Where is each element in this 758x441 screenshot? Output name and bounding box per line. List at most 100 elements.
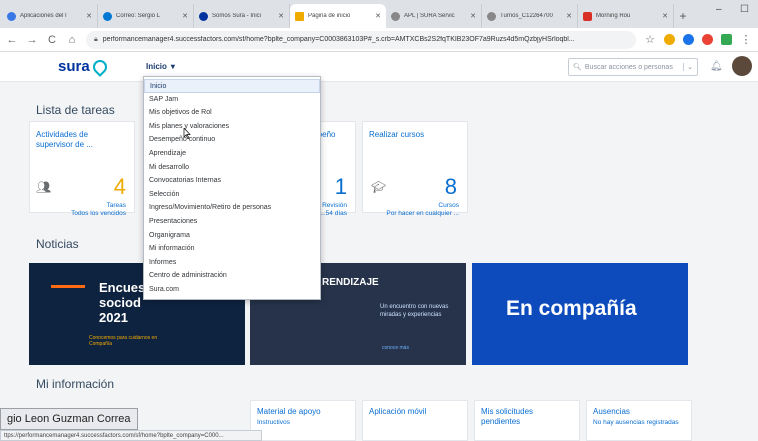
- browser-tab-aplicaciones[interactable]: Aplicaciones del I ✕: [2, 4, 98, 28]
- task-card-count: 8: [444, 174, 457, 199]
- browser-tab-correo[interactable]: Correo: Sergio L ✕: [98, 4, 194, 28]
- extension-icon[interactable]: [702, 34, 713, 45]
- module-menu-button[interactable]: Inicio ▾: [146, 62, 175, 71]
- news-card-en-compania[interactable]: En compañía: [472, 263, 688, 365]
- browser-tab-morning[interactable]: Morning Rou ✕: [578, 4, 674, 28]
- notifications-icon[interactable]: 🔔︎: [710, 61, 723, 72]
- tab-label: Somos Sura - Inici: [212, 13, 262, 19]
- extension-icon[interactable]: [683, 34, 694, 45]
- tab-favicon-icon: [391, 11, 400, 21]
- menu-item-desarrollo[interactable]: Mi desarrollo: [144, 161, 320, 175]
- minimize-icon[interactable]: –: [716, 4, 722, 15]
- menu-item-centro-admin[interactable]: Centro de administración: [144, 269, 320, 283]
- news-headline-line: sociod: [99, 294, 141, 310]
- myinfo-card-title: Ausencias No hay ausencias registradas: [593, 407, 679, 428]
- search-placeholder: Buscar acciones o personas: [584, 63, 673, 71]
- search-input[interactable]: 🔍︎ Buscar acciones o personas ⌄: [568, 58, 698, 76]
- app-header: sura Inicio ▾ 🔍︎ Buscar acciones o perso…: [0, 52, 758, 82]
- myinfo-card-app-movil[interactable]: Aplicación móvil: [362, 400, 468, 441]
- close-icon[interactable]: ✕: [566, 12, 572, 20]
- avatar[interactable]: [732, 56, 752, 76]
- extension-icon[interactable]: [664, 34, 675, 45]
- menu-item-ingreso[interactable]: Ingreso/Movimiento/Retiro de personas: [144, 201, 320, 215]
- menu-item-convocatorias[interactable]: Convocatorias Internas: [144, 174, 320, 188]
- myinfo-card-solicitudes[interactable]: Mis solicitudes pendientes: [474, 400, 580, 441]
- news-note: Conocemos para cuidarnos en Compañía: [89, 335, 158, 347]
- menu-item-mi-informacion[interactable]: Mi información: [144, 242, 320, 256]
- myinfo-card-title-text: Ausencias: [593, 407, 630, 416]
- task-card-sub-label: Tareas: [106, 202, 126, 209]
- menu-item-seleccion[interactable]: Selección: [144, 188, 320, 202]
- myinfo-card-title-text: Material de apoyo: [257, 407, 321, 416]
- tab-label: Turnos_C12264700: [500, 13, 553, 19]
- logo-text: sura: [58, 58, 90, 75]
- tab-label: Aplicaciones del I: [20, 13, 67, 19]
- browser-tab-somos-sura[interactable]: Somos Sura - Inici ✕: [194, 4, 290, 28]
- task-card-cursos[interactable]: Realizar cursos 🎓︎ 8 Cursos Por hacer en…: [362, 121, 468, 217]
- extension-icon[interactable]: [721, 34, 732, 45]
- browser-tab-turnos[interactable]: Turnos_C12264700 ✕: [482, 4, 578, 28]
- new-tab-button[interactable]: +: [674, 4, 692, 28]
- home-page-content: Lista de tareas Actividades de superviso…: [0, 83, 758, 441]
- chevron-down-icon: ▾: [170, 62, 175, 71]
- news-headline: RENDIZAJE: [322, 277, 379, 288]
- chevron-down-icon[interactable]: ⌄: [683, 63, 693, 71]
- user-name-tooltip: gio Leon Guzman Correa: [0, 408, 138, 430]
- myinfo-card-ausencias[interactable]: Ausencias No hay ausencias registradas: [586, 400, 692, 441]
- menu-item-desempeno[interactable]: Desempeño continuo: [144, 133, 320, 147]
- news-section-title: Noticias: [36, 237, 79, 251]
- myinfo-card-sub: No hay ausencias registradas: [593, 419, 679, 427]
- tasks-section-title: Lista de tareas: [36, 103, 115, 117]
- news-headline: En compañía: [506, 297, 637, 320]
- menu-item-sap-jam[interactable]: SAP Jam: [144, 93, 320, 107]
- url-input[interactable]: 🔒︎ performancemanager4.successfactors.co…: [86, 30, 636, 49]
- bookmark-star-icon[interactable]: ☆: [644, 33, 656, 46]
- graduation-cap-icon: 🎓︎: [371, 180, 387, 194]
- task-card-count: 1: [334, 174, 347, 199]
- browser-address-bar: ← → C ⌂ 🔒︎ performancemanager4.successfa…: [0, 28, 758, 52]
- close-icon[interactable]: ✕: [375, 12, 381, 20]
- search-icon: 🔍︎: [573, 64, 582, 71]
- menu-item-informes[interactable]: Informes: [144, 256, 320, 270]
- close-icon[interactable]: ✕: [470, 12, 476, 20]
- tab-favicon-icon: [583, 11, 592, 21]
- menu-item-organigrama[interactable]: Organigrama: [144, 229, 320, 243]
- tab-favicon-icon: [487, 11, 496, 21]
- logo-mark-icon: [89, 56, 110, 77]
- tab-label: Morning Rou: [596, 13, 631, 19]
- menu-item-sura-com[interactable]: Sura.com: [144, 283, 320, 297]
- close-icon[interactable]: ✕: [278, 12, 284, 20]
- news-headline-line: Encues: [99, 280, 146, 295]
- menu-item-aprendizaje[interactable]: Aprendizaje: [144, 147, 320, 161]
- accent-bar: [51, 285, 85, 288]
- task-card-title: Realizar cursos: [369, 130, 425, 139]
- reload-icon[interactable]: C: [46, 34, 58, 46]
- myinfo-card-title: Aplicación móvil: [369, 407, 427, 416]
- news-headline-line: 2021: [99, 309, 128, 325]
- browser-tab-pagina-inicio[interactable]: Página de inicio ✕: [290, 4, 386, 28]
- menu-icon[interactable]: ⋮: [740, 33, 752, 46]
- maximize-icon[interactable]: ☐: [740, 4, 749, 15]
- url-text: performancemanager4.successfactors.com/s…: [102, 36, 575, 43]
- mouse-pointer-icon: [183, 128, 191, 139]
- myinfo-section-title: Mi información: [36, 377, 115, 391]
- close-icon[interactable]: ✕: [662, 12, 668, 20]
- myinfo-card-sub: Instructivos: [257, 419, 290, 427]
- close-icon[interactable]: ✕: [182, 12, 188, 20]
- browser-tab-apl-sura[interactable]: APL | SURA Servic ✕: [386, 4, 482, 28]
- forward-icon[interactable]: →: [26, 34, 38, 46]
- back-icon[interactable]: ←: [6, 34, 18, 46]
- myinfo-card-title: Mis solicitudes pendientes: [481, 407, 534, 427]
- news-link[interactable]: conoce más: [382, 345, 409, 351]
- myinfo-card-material[interactable]: Material de apoyo Instructivos: [250, 400, 356, 441]
- menu-item-inicio[interactable]: Inicio: [144, 79, 320, 93]
- sura-logo[interactable]: sura: [58, 56, 110, 77]
- close-icon[interactable]: ✕: [86, 12, 92, 20]
- menu-item-planes[interactable]: Mis planes y valoraciones: [144, 120, 320, 134]
- home-icon[interactable]: ⌂: [66, 34, 78, 46]
- tab-label: APL | SURA Servic: [404, 13, 455, 19]
- task-card-count: 4: [113, 174, 126, 199]
- menu-item-presentaciones[interactable]: Presentaciones: [144, 215, 320, 229]
- task-card-supervisor[interactable]: Actividades de supervisor de ... 👥︎ 4 Ta…: [29, 121, 135, 217]
- menu-item-objetivos[interactable]: Mis objetivos de Rol: [144, 106, 320, 120]
